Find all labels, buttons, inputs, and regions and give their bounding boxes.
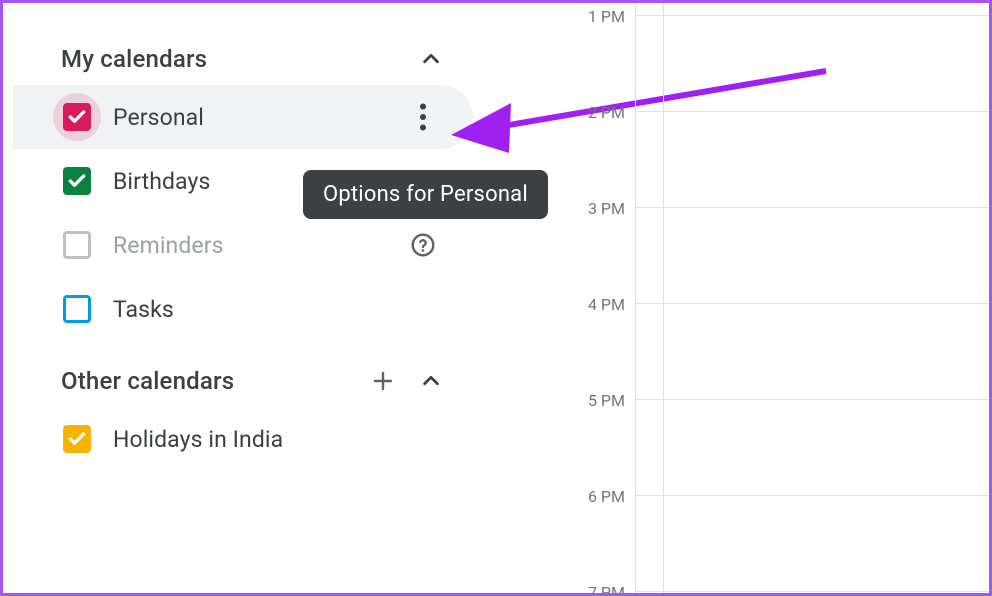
hour-line [635, 15, 992, 16]
hour-line [635, 207, 992, 208]
hour-row: 6 PM [563, 495, 989, 591]
other-calendars-header[interactable]: Other calendars [13, 355, 473, 407]
calendar-item-personal[interactable]: Personal [13, 85, 473, 149]
hour-label: 1 PM [563, 7, 625, 26]
hour-row: 1 PM [563, 15, 989, 111]
three-dots-icon[interactable] [403, 97, 443, 137]
help-circle-icon[interactable] [403, 225, 443, 265]
calendar-checkbox[interactable] [63, 167, 91, 195]
hour-row: 7 PM [563, 591, 989, 596]
hour-row: 5 PM [563, 399, 989, 495]
hour-label: 2 PM [563, 103, 625, 122]
day-time-grid[interactable]: 1 PM 2 PM 3 PM 4 PM 5 PM 6 PM 7 PM [563, 3, 989, 593]
calendar-label: Tasks [113, 296, 443, 323]
calendar-item-tasks[interactable]: Tasks [13, 277, 473, 341]
hour-row: 2 PM [563, 111, 989, 207]
calendar-item-reminders[interactable]: Reminders [13, 213, 473, 277]
hour-line [635, 111, 992, 112]
checkbox-halo [53, 415, 101, 463]
checkbox-halo [53, 221, 101, 269]
hour-label: 4 PM [563, 295, 625, 314]
hour-line [635, 495, 992, 496]
hour-label: 3 PM [563, 199, 625, 218]
calendar-checkbox[interactable] [63, 103, 91, 131]
calendar-checkbox[interactable] [63, 231, 91, 259]
calendar-checkbox[interactable] [63, 295, 91, 323]
hour-line [635, 399, 992, 400]
calendar-label: Holidays in India [113, 426, 443, 453]
chevron-up-icon[interactable] [419, 47, 443, 71]
other-calendars-title: Other calendars [61, 367, 234, 395]
checkbox-halo [53, 93, 101, 141]
hour-row: 3 PM [563, 207, 989, 303]
my-calendars-title: My calendars [61, 45, 207, 73]
calendar-item-holidays-india[interactable]: Holidays in India [13, 407, 473, 471]
app-frame: My calendars Personal Bi [0, 0, 992, 596]
checkbox-halo [53, 157, 101, 205]
calendar-checkbox[interactable] [63, 425, 91, 453]
hour-line [635, 591, 992, 592]
calendar-label: Personal [113, 104, 403, 131]
tooltip-options-personal: Options for Personal [303, 170, 548, 219]
hour-label: 7 PM [563, 583, 625, 596]
my-calendars-header[interactable]: My calendars [13, 33, 473, 85]
chevron-up-icon[interactable] [419, 369, 443, 393]
checkbox-halo [53, 285, 101, 333]
hour-label: 6 PM [563, 487, 625, 506]
plus-icon[interactable] [371, 369, 395, 393]
hour-label: 5 PM [563, 391, 625, 410]
hour-line [635, 303, 992, 304]
calendar-label: Reminders [113, 232, 403, 259]
calendar-list-sidebar: My calendars Personal Bi [13, 3, 473, 471]
hour-row: 4 PM [563, 303, 989, 399]
